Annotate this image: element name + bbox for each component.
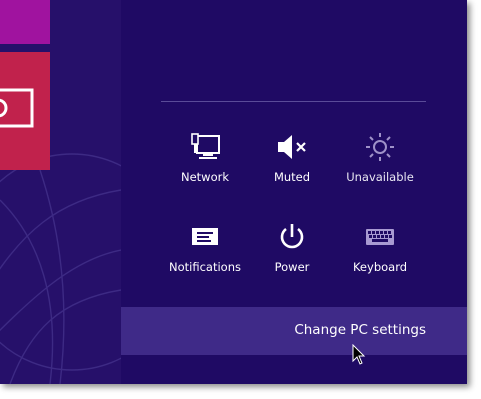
network-icon (160, 130, 250, 164)
brightness-button[interactable]: Unavailable (335, 130, 425, 196)
power-icon (247, 220, 337, 254)
keyboard-icon (335, 220, 425, 254)
brightness-icon (335, 130, 425, 164)
screen: Network Muted Unavailable Notifications … (0, 0, 467, 384)
notifications-icon (160, 220, 250, 254)
keyboard-label: Keyboard (352, 260, 408, 274)
start-tile-purple[interactable] (0, 0, 50, 44)
settings-charm-panel: Network Muted Unavailable Notifications … (121, 0, 467, 384)
tile-app-icon (0, 88, 34, 128)
mouse-pointer-icon (352, 343, 366, 370)
start-tile-red[interactable] (0, 52, 50, 170)
notifications-button[interactable]: Notifications (160, 220, 250, 286)
volume-button[interactable]: Muted (247, 130, 337, 196)
divider (161, 101, 426, 102)
change-pc-settings-button[interactable]: Change PC settings (121, 307, 467, 355)
change-pc-settings-label: Change PC settings (294, 322, 426, 338)
network-button[interactable]: Network (160, 130, 250, 196)
keyboard-button[interactable]: Keyboard (335, 220, 425, 286)
start-screen-background (0, 0, 121, 384)
unavailable-label: Unavailable (346, 170, 414, 184)
speaker-muted-icon (247, 130, 337, 164)
power-button[interactable]: Power (247, 220, 337, 286)
